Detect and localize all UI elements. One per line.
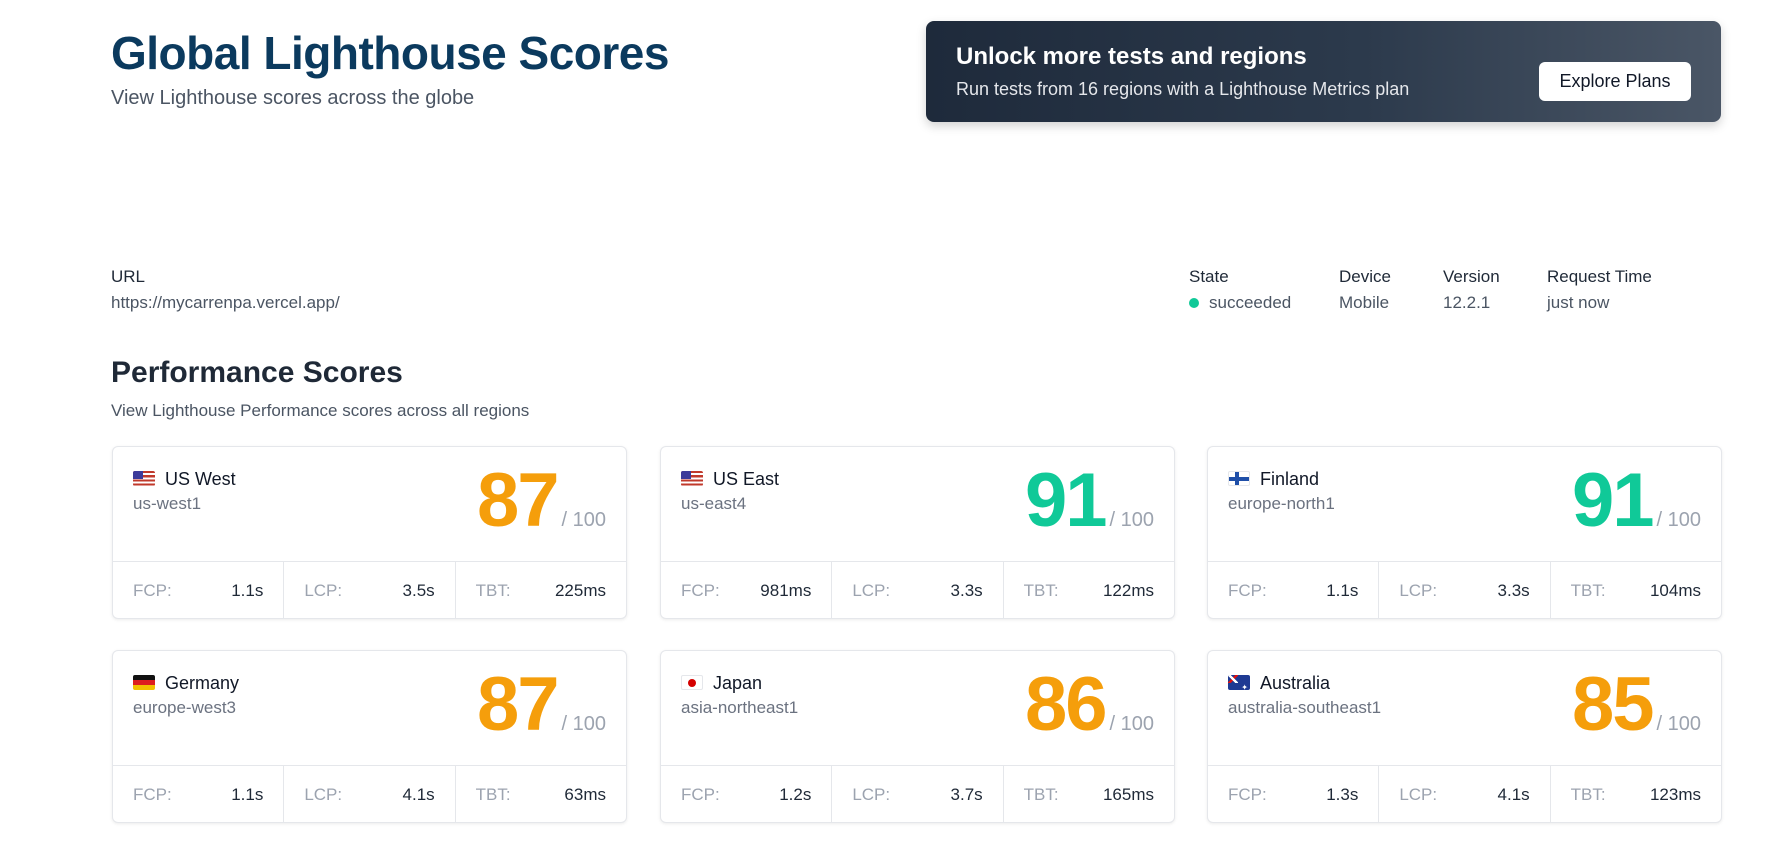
region-code: asia-northeast1 — [681, 698, 799, 717]
metric-lcp: LCP: 3.3s — [832, 562, 1004, 619]
performance-score: 86/ 100 — [1025, 661, 1154, 748]
score-max: / 100 — [1656, 509, 1701, 531]
region-code: us-east4 — [681, 494, 747, 513]
region-name: US East — [713, 469, 780, 489]
score-value: 86 — [1024, 662, 1108, 747]
upgrade-promo-banner: Unlock more tests and regions Run tests … — [926, 21, 1721, 122]
score-value: 85 — [1571, 662, 1655, 747]
metric-tbt: TBT: 63ms — [475, 784, 606, 804]
region-card-us-east[interactable]: US East us-east4 91/ 100 FCP: 981ms LCP: 3… — [660, 446, 1175, 619]
score-max: / 100 — [1109, 509, 1154, 531]
score-value: 91 — [1024, 458, 1108, 543]
region-card-us-west[interactable]: US West us-west1 87/ 100 FCP: 1.1s LCP: 3.… — [112, 446, 627, 619]
region-code: europe-north1 — [1228, 494, 1335, 513]
finland-flag-icon — [1228, 471, 1250, 486]
version-value: 12.2.1 — [1443, 293, 1491, 312]
status-dot-icon — [1189, 297, 1199, 308]
explore-plans-button[interactable]: Explore Plans — [1539, 62, 1691, 101]
state-label: State — [1189, 267, 1229, 286]
promo-text: Run tests from 16 regions with a Lightho… — [956, 79, 1410, 99]
us-flag-icon — [681, 471, 703, 486]
region-name: Australia — [1260, 673, 1331, 693]
metric-fcp: FCP: 1.1s — [113, 766, 285, 823]
metric-tbt: TBT: 123ms — [1570, 784, 1701, 804]
us-flag-icon — [133, 471, 155, 486]
state-value: succeeded — [1209, 293, 1292, 312]
metric-fcp: FCP: 1.1s — [113, 562, 285, 619]
score-max: / 100 — [561, 509, 606, 531]
performance-score: 91/ 100 — [1572, 457, 1701, 544]
metric-fcp: FCP: 1.3s — [1208, 766, 1380, 823]
version-info: Version 12.2.1 — [1443, 267, 1500, 313]
performance-score: 91/ 100 — [1025, 457, 1154, 544]
device-info: Device Mobile — [1339, 267, 1391, 313]
region-card-japan[interactable]: Japan asia-northeast1 86/ 100 FCP: 1.2s L… — [660, 650, 1175, 823]
australia-flag-icon — [1228, 675, 1250, 690]
region-card-finland[interactable]: Finland europe-north1 91/ 100 FCP: 1.1s L… — [1207, 446, 1722, 619]
japan-flag-icon — [681, 675, 703, 690]
url-label: URL — [111, 267, 146, 286]
performance-score: 85/ 100 — [1572, 661, 1701, 748]
metric-lcp: LCP: 3.3s — [1379, 562, 1551, 619]
metric-tbt: TBT: 104ms — [1570, 580, 1701, 600]
device-label: Device — [1339, 267, 1391, 286]
region-code: us-west1 — [133, 494, 202, 513]
score-max: / 100 — [561, 713, 606, 735]
region-card-germany[interactable]: Germany europe-west3 87/ 100 FCP: 1.1s LC… — [112, 650, 627, 823]
region-name: Germany — [165, 673, 240, 693]
region-name: Japan — [713, 673, 763, 693]
device-value: Mobile — [1339, 293, 1390, 312]
region-name: Finland — [1260, 469, 1320, 489]
performance-score: 87/ 100 — [477, 457, 606, 544]
section-subtitle: View Lighthouse Performance scores acros… — [111, 401, 530, 420]
version-label: Version — [1443, 267, 1500, 286]
request-time-info: Request Time just now — [1547, 267, 1652, 313]
state-info: State succeeded — [1189, 267, 1291, 313]
score-value: 87 — [476, 662, 560, 747]
metric-fcp: FCP: 1.1s — [1208, 562, 1380, 619]
score-value: 91 — [1571, 458, 1655, 543]
metric-lcp: LCP: 4.1s — [284, 766, 456, 823]
region-name: US West — [165, 469, 236, 489]
url-value[interactable]: https://mycarrenpa.vercel.app/ — [111, 293, 340, 313]
metric-tbt: TBT: 122ms — [1023, 580, 1154, 600]
metric-lcp: LCP: 4.1s — [1379, 766, 1551, 823]
metric-fcp: FCP: 1.2s — [661, 766, 833, 823]
page-subtitle: View Lighthouse scores across the globe — [111, 87, 475, 109]
score-value: 87 — [476, 458, 560, 543]
region-code: australia-southeast1 — [1228, 698, 1382, 717]
performance-score: 87/ 100 — [477, 661, 606, 748]
metric-fcp: FCP: 981ms — [661, 562, 833, 619]
page-title: Global Lighthouse Scores — [111, 27, 669, 79]
metric-tbt: TBT: 225ms — [475, 580, 606, 600]
region-code: europe-west3 — [133, 698, 237, 717]
metric-tbt: TBT: 165ms — [1023, 784, 1154, 804]
promo-title: Unlock more tests and regions — [956, 43, 1307, 70]
metric-lcp: LCP: 3.5s — [284, 562, 456, 619]
metric-lcp: LCP: 3.7s — [832, 766, 1004, 823]
germany-flag-icon — [133, 675, 155, 690]
section-title: Performance Scores — [111, 356, 403, 389]
score-max: / 100 — [1656, 713, 1701, 735]
region-card-australia[interactable]: Australia australia-southeast1 85/ 100 F… — [1207, 650, 1722, 823]
request-time-label: Request Time — [1547, 267, 1652, 286]
url-info: URL https://mycarrenpa.vercel.app/ — [111, 267, 340, 313]
request-time-value: just now — [1547, 293, 1610, 312]
score-max: / 100 — [1109, 713, 1154, 735]
